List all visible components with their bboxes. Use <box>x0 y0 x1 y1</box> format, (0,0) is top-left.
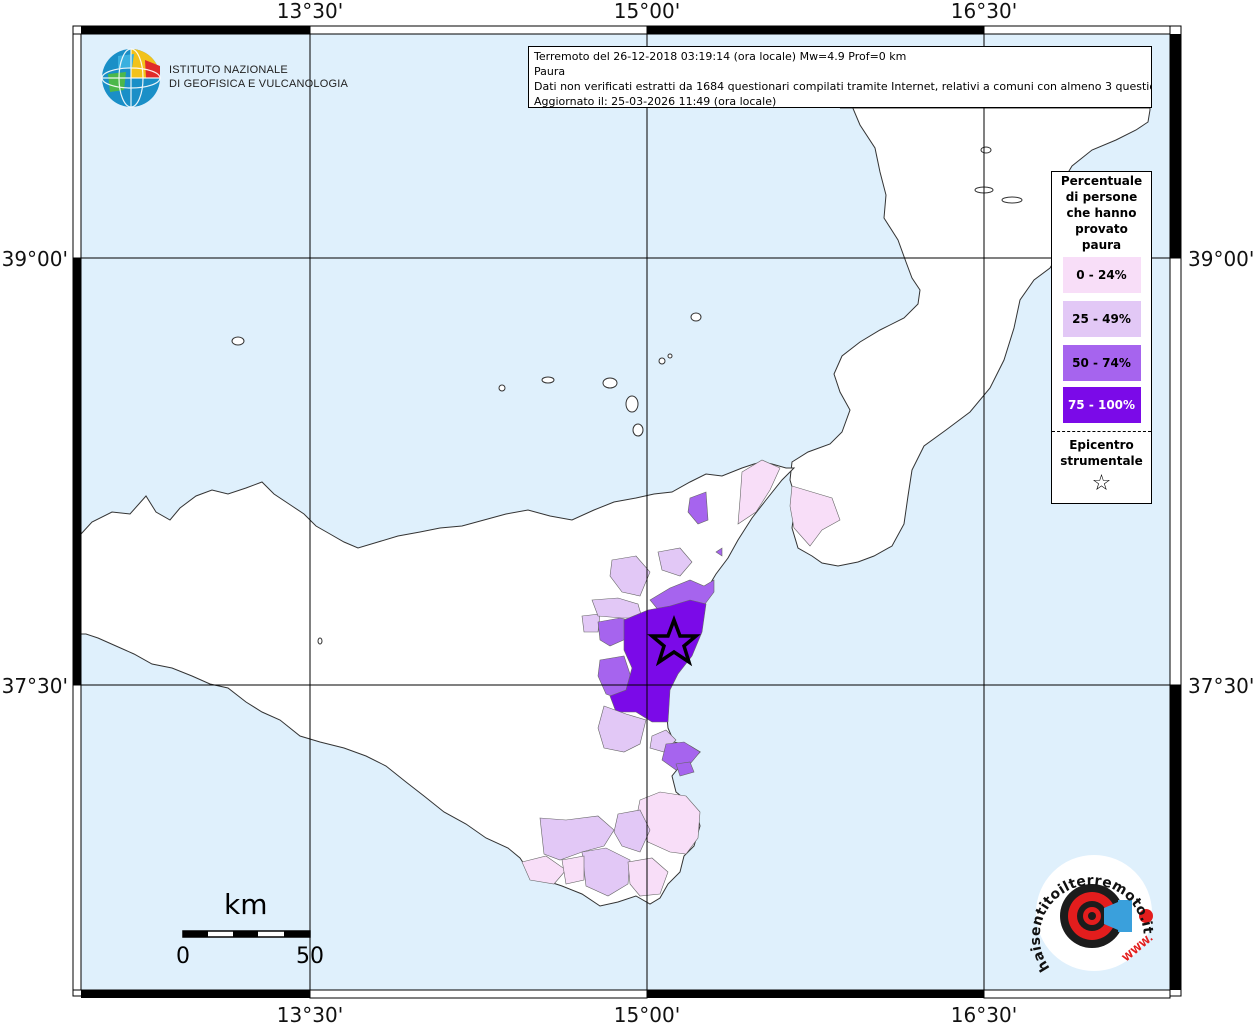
legend-epicenter-line: strumentale <box>1060 454 1143 468</box>
scale-min-label: 0 <box>176 944 190 969</box>
lon-tick-label: 13°30' <box>277 1003 343 1024</box>
lon-tick-label: 16°30' <box>951 1003 1017 1024</box>
lat-tick-label: 39°00' <box>2 247 68 271</box>
event-info-line: Dati non verificati estratti da 1684 que… <box>534 80 1152 93</box>
lon-tick-label: 15°00' <box>614 0 680 23</box>
lat-tick-label: 37°30' <box>2 674 68 698</box>
legend-class-swatch: 50 - 74% <box>1062 345 1141 381</box>
ingv-logo-icon <box>101 48 161 108</box>
scale-bar <box>182 930 311 938</box>
event-info-line: Terremoto del 26-12-2018 03:19:14 (ora l… <box>534 50 907 63</box>
event-info-line: Paura <box>534 65 566 78</box>
legend-epicenter-line: Epicentro <box>1069 438 1134 452</box>
hsit-logo-url-text: WWW. <box>1121 933 1156 965</box>
legend-epicenter-label: Epicentro strumentale <box>1052 437 1151 469</box>
area-class-1 <box>561 855 585 885</box>
lat-tick-label: 37°30' <box>1188 674 1254 698</box>
lon-tick-label: 13°30' <box>277 0 343 23</box>
legend-title-line: provato <box>1075 222 1128 236</box>
lat-tick-label: 39°00' <box>1188 247 1254 271</box>
legend-title-line: di persone <box>1065 190 1138 204</box>
lon-tick-label: 16°30' <box>951 0 1017 23</box>
scale-title: km <box>224 888 268 921</box>
ingv-logo-text: ISTITUTO NAZIONALE DI GEOFISICA E VULCAN… <box>169 63 348 91</box>
scale-max-label: 50 <box>296 944 324 969</box>
star-icon: ☆ <box>1091 471 1112 496</box>
event-info-line: Aggiornato il: 25-03-2026 11:49 (ora loc… <box>534 95 777 108</box>
hsit-logo-arc-text: haisentitoilterremoto.it <box>1030 873 1155 975</box>
legend-divider <box>1052 431 1151 432</box>
ingv-logo-line: ISTITUTO NAZIONALE <box>169 64 288 76</box>
svg-text:haisentitoilterremoto.it: haisentitoilterremoto.it <box>1030 873 1156 975</box>
legend-class-swatch: 75 - 100% <box>1062 387 1141 423</box>
legend-title: Percentuale di persone che hanno provato… <box>1052 173 1151 253</box>
legend-class-swatch: 0 - 24% <box>1062 257 1141 293</box>
lon-tick-label: 15°00' <box>614 1003 680 1024</box>
hsit-logo-text: haisentitoilterremoto.it WWW. <box>1030 873 1156 975</box>
legend-title-line: che hanno <box>1066 206 1137 220</box>
legend: Percentuale di persone che hanno provato… <box>1051 171 1152 504</box>
legend-class-swatch: 25 - 49% <box>1062 301 1141 337</box>
ingv-logo-line: DI GEOFISICA E VULCANOLOGIA <box>169 78 348 90</box>
area-class-2 <box>581 613 601 633</box>
legend-title-line: Percentuale <box>1060 174 1143 188</box>
legend-title-line: paura <box>1081 238 1122 252</box>
event-info-box: Terremoto del 26-12-2018 03:19:14 (ora l… <box>528 46 1152 108</box>
